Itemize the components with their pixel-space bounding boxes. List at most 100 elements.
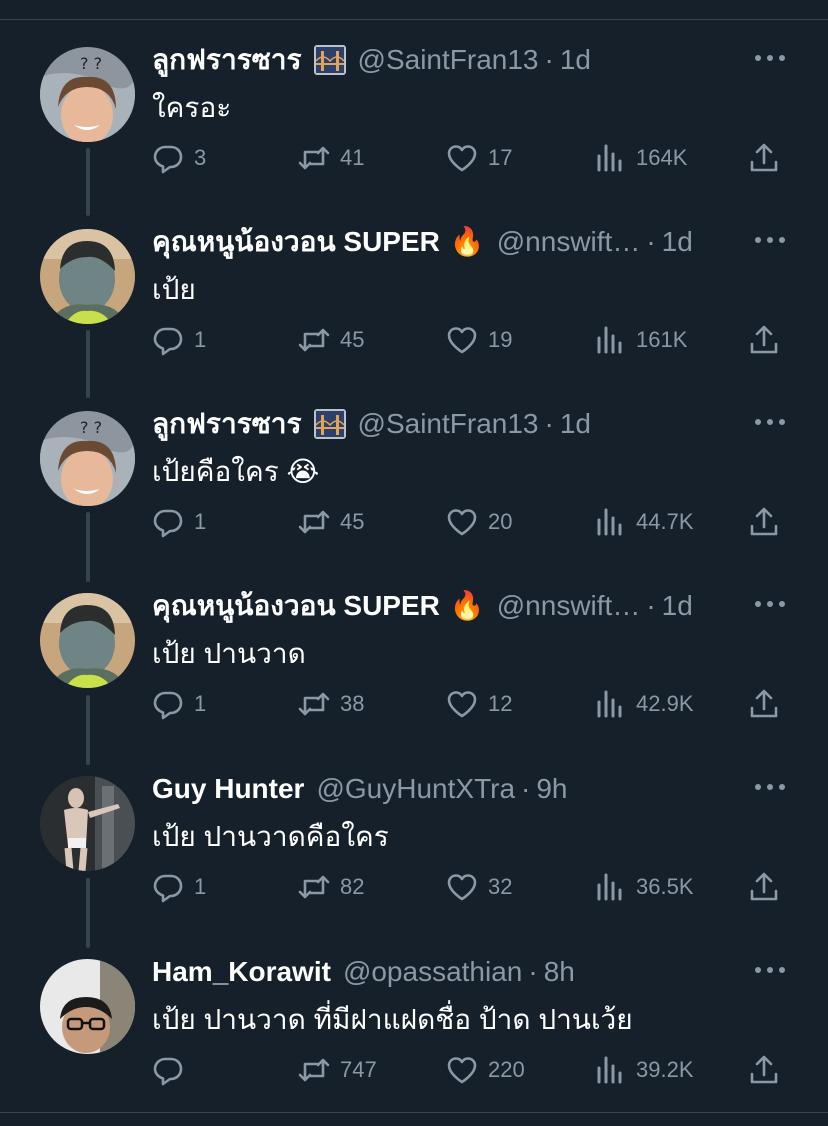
- views-button[interactable]: 161K: [594, 320, 687, 360]
- reply-button[interactable]: 1: [152, 684, 206, 724]
- avatar[interactable]: ? ?: [40, 47, 135, 142]
- share-button[interactable]: [748, 867, 780, 907]
- timestamp[interactable]: 1d: [560, 44, 591, 76]
- tweet[interactable]: คุณหนูน้องวอน SUPER 🔥 @nnswift… · 1d เป้…: [0, 202, 828, 385]
- like-button[interactable]: 20: [446, 502, 512, 542]
- more-options-icon[interactable]: [752, 777, 788, 797]
- tweet[interactable]: Ham_Korawit @opassathian · 8h เป้ย ปานวา…: [0, 932, 828, 1115]
- share-button[interactable]: [748, 320, 780, 360]
- reply-button[interactable]: 1: [152, 502, 206, 542]
- views-button[interactable]: 44.7K: [594, 502, 694, 542]
- handle[interactable]: @SaintFran13: [358, 408, 539, 440]
- avatar[interactable]: [40, 959, 135, 1054]
- display-name[interactable]: Guy Hunter: [152, 773, 304, 805]
- views-count: 39.2K: [636, 1057, 694, 1082]
- timestamp[interactable]: 9h: [536, 773, 567, 805]
- views-chart-icon: [597, 144, 622, 172]
- reply-button[interactable]: 3: [152, 138, 206, 178]
- timestamp[interactable]: 1d: [662, 226, 693, 258]
- more-options-icon[interactable]: [752, 412, 788, 432]
- timestamp[interactable]: 8h: [544, 956, 575, 988]
- tweet-text: เป้ย ปานวาด: [152, 638, 306, 669]
- views-chart-icon: [597, 1056, 622, 1084]
- retweet-icon: [298, 510, 330, 534]
- separator-dot: ·: [646, 226, 656, 257]
- share-button[interactable]: [748, 1050, 780, 1090]
- retweet-button[interactable]: 38: [298, 684, 364, 724]
- timestamp[interactable]: 1d: [560, 408, 591, 440]
- separator-dot: ·: [544, 44, 554, 75]
- display-name[interactable]: คุณหนูน้องวอน SUPER: [152, 584, 440, 628]
- display-name[interactable]: ลูกฟรารซาร: [152, 38, 302, 82]
- share-button[interactable]: [748, 684, 780, 724]
- handle[interactable]: @SaintFran13: [358, 44, 539, 76]
- reply-button[interactable]: [152, 1050, 194, 1090]
- share-button[interactable]: [748, 138, 780, 178]
- retweet-button[interactable]: 41: [298, 138, 364, 178]
- avatar[interactable]: [40, 593, 135, 688]
- mask-avatar-icon: [40, 229, 135, 324]
- man-avatar-icon: [40, 776, 135, 871]
- reply-button[interactable]: 1: [152, 320, 206, 360]
- reply-button[interactable]: 1: [152, 867, 206, 907]
- display-name[interactable]: Ham_Korawit: [152, 956, 331, 988]
- girl-avatar-icon: ? ?: [40, 411, 135, 506]
- views-count: 44.7K: [636, 509, 694, 534]
- tweet[interactable]: ? ? ลูกฟรารซาร @SaintFran13 · 1d เป้ยคือ…: [0, 384, 828, 567]
- like-button[interactable]: 220: [446, 1050, 525, 1090]
- more-options-icon[interactable]: [752, 48, 788, 68]
- views-button[interactable]: 36.5K: [594, 867, 694, 907]
- retweet-icon: [298, 328, 330, 352]
- share-icon: [750, 872, 778, 901]
- tweet-actions: 1 45 20 44.7K: [152, 502, 792, 542]
- views-button[interactable]: 39.2K: [594, 1050, 694, 1090]
- fire-emoji-icon: 🔥: [449, 590, 485, 621]
- reply-icon: [153, 327, 183, 356]
- timestamp[interactable]: 1d: [662, 590, 693, 622]
- share-button[interactable]: [748, 502, 780, 542]
- share-icon: [750, 689, 778, 718]
- handle[interactable]: @opassathian: [343, 956, 522, 988]
- more-options-icon[interactable]: [752, 230, 788, 250]
- like-count: 32: [488, 874, 513, 899]
- retweet-icon: [298, 146, 330, 170]
- svg-text:? ?: ? ?: [80, 54, 102, 73]
- display-name[interactable]: คุณหนูน้องวอน SUPER: [152, 220, 440, 264]
- tweet[interactable]: คุณหนูน้องวอน SUPER 🔥 @nnswift… · 1d เป้…: [0, 566, 828, 749]
- avatar[interactable]: [40, 229, 135, 324]
- tweet[interactable]: ? ? ลูกฟรารซาร @SaintFran13 · 1d ใครอะ 3…: [0, 20, 828, 203]
- retweet-button[interactable]: 45: [298, 320, 364, 360]
- heart-icon: [447, 691, 477, 718]
- handle[interactable]: @nnswift…: [497, 590, 641, 622]
- like-button[interactable]: 17: [446, 138, 512, 178]
- like-button[interactable]: 19: [446, 320, 512, 360]
- retweet-button[interactable]: 45: [298, 502, 364, 542]
- views-button[interactable]: 42.9K: [594, 684, 694, 724]
- tweet[interactable]: Guy Hunter @GuyHuntXTra · 9h เป้ย ปานวาด…: [0, 749, 828, 932]
- separator-dot: ·: [544, 408, 554, 439]
- handle[interactable]: @GuyHuntXTra: [316, 773, 515, 805]
- like-button[interactable]: 32: [446, 867, 512, 907]
- share-icon: [750, 1055, 778, 1084]
- handle[interactable]: @nnswift…: [497, 226, 641, 258]
- separator-dot: ·: [528, 956, 538, 987]
- retweet-button[interactable]: 82: [298, 867, 364, 907]
- views-count: 161K: [636, 327, 688, 352]
- tweet-text: เป้ยคือใคร 😭: [152, 456, 320, 487]
- more-options-icon[interactable]: [752, 960, 788, 980]
- mask-avatar-icon: [40, 593, 135, 688]
- display-name[interactable]: ลูกฟรารซาร: [152, 402, 302, 446]
- bridge-emoji-icon: [313, 409, 346, 439]
- bottom-divider: [0, 1112, 828, 1113]
- avatar[interactable]: ? ?: [40, 411, 135, 506]
- avatar[interactable]: [40, 776, 135, 871]
- retweet-icon: [298, 692, 330, 716]
- tweet-actions: 3 41 17 164K: [152, 138, 792, 178]
- tweet-text: เป้ย ปานวาด ที่มีฝาแฝดชื่อ ป้าด ปานเว้ย: [152, 1004, 633, 1035]
- heart-icon: [447, 509, 477, 536]
- retweet-button[interactable]: 747: [298, 1050, 377, 1090]
- more-options-icon[interactable]: [752, 594, 788, 614]
- views-chart-icon: [597, 326, 622, 354]
- views-button[interactable]: 164K: [594, 138, 687, 178]
- like-button[interactable]: 12: [446, 684, 512, 724]
